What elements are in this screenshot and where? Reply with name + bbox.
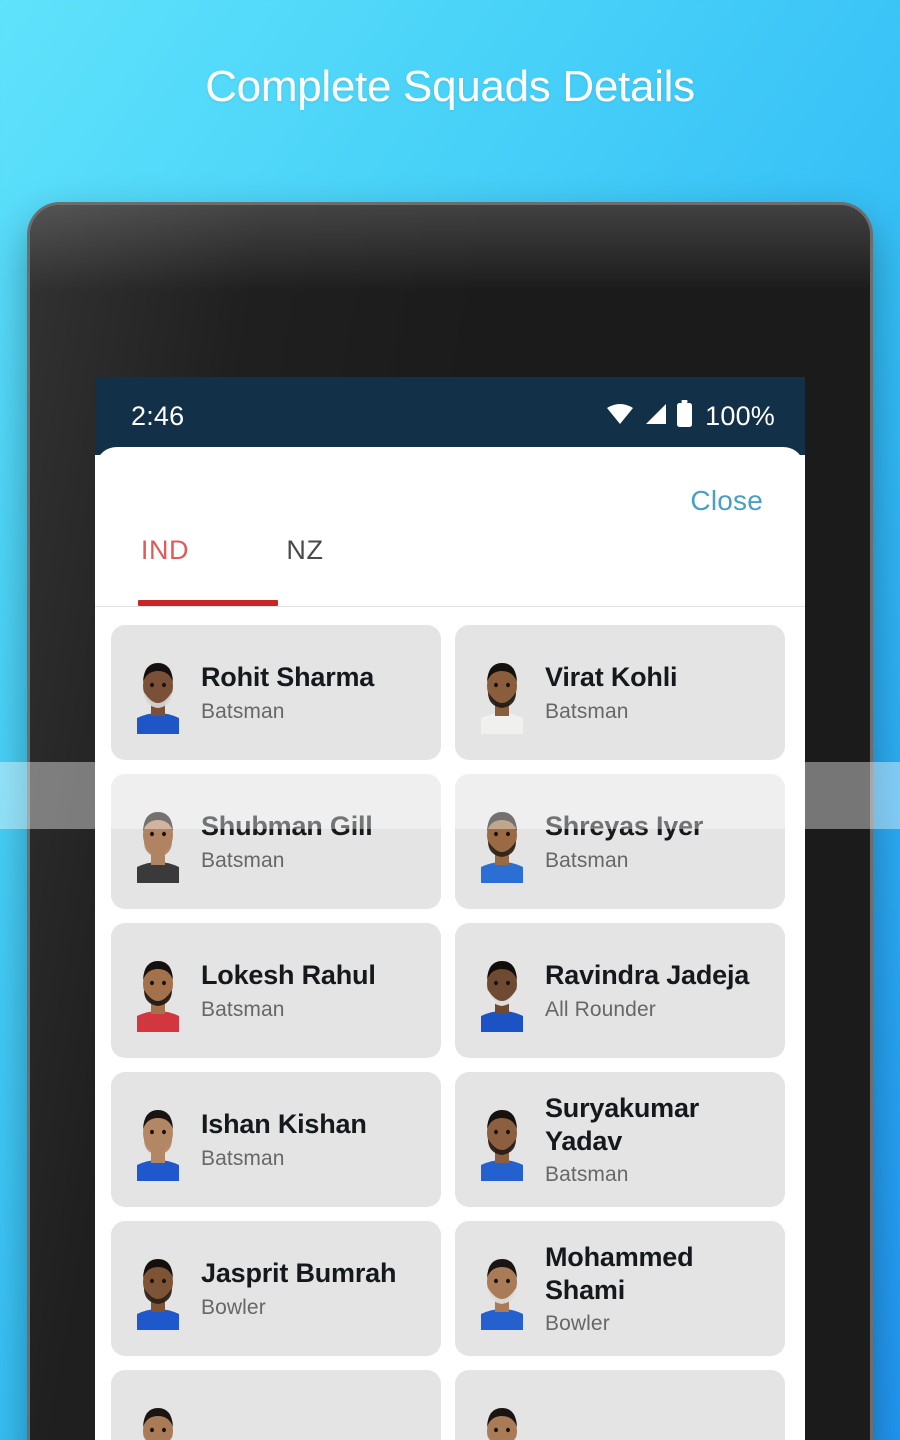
sheet-header: Close IND NZ [95, 447, 805, 607]
player-name: Shubman Gill [201, 811, 373, 842]
player-list[interactable]: Rohit Sharma Batsman Virat Kohli Batsman… [95, 607, 805, 1440]
player-info: Mohammed Shami Bowler [545, 1241, 771, 1336]
player-role: Batsman [545, 699, 629, 723]
cellular-signal-icon [643, 403, 667, 430]
player-name: Mohammed Shami [545, 1241, 694, 1305]
player-name: Rohit Sharma [201, 662, 375, 693]
player-name: Jasprit Bumrah [201, 1258, 397, 1289]
player-role: Batsman [201, 1146, 285, 1170]
player-avatar [471, 950, 533, 1032]
squads-sheet: Close IND NZ Rohit Sharma Batsman Virat … [95, 447, 805, 1440]
player-name: Shreyas Iyer [545, 811, 704, 842]
phone-screen: 2:46 100% Close IND NZ Rohit Sharma Bats… [95, 377, 805, 1440]
wifi-icon [606, 403, 634, 430]
player-info: Virat Kohli Batsman [545, 661, 771, 723]
player-name: Suryakumar Yadav [545, 1092, 700, 1156]
player-card[interactable]: Lokesh Rahul Batsman [111, 923, 441, 1058]
close-button[interactable]: Close [690, 485, 763, 517]
player-avatar [127, 1397, 189, 1440]
battery-icon [676, 400, 693, 432]
player-role: Bowler [545, 1312, 610, 1336]
player-name: Virat Kohli [545, 662, 678, 693]
player-info: Ravindra Jadeja All Rounder [545, 959, 771, 1021]
player-card[interactable]: Shubman Gill Batsman [111, 774, 441, 909]
player-info: Rohit Sharma Batsman [201, 661, 427, 723]
player-avatar [127, 950, 189, 1032]
player-card[interactable]: Shreyas Iyer Batsman [455, 774, 785, 909]
battery-percentage: 100% [705, 400, 775, 431]
player-role: All Rounder [545, 997, 656, 1021]
player-avatar [127, 652, 189, 734]
player-role: Batsman [201, 848, 285, 872]
player-avatar [471, 801, 533, 883]
player-card[interactable]: Ishan Kishan Batsman [111, 1072, 441, 1207]
player-card[interactable] [455, 1370, 785, 1440]
player-card[interactable]: Ravindra Jadeja All Rounder [455, 923, 785, 1058]
device-gloss-highlight [30, 205, 870, 325]
player-card[interactable]: Suryakumar Yadav Batsman [455, 1072, 785, 1207]
player-role: Batsman [545, 848, 629, 872]
player-card[interactable]: Mohammed Shami Bowler [455, 1221, 785, 1356]
status-bar: 2:46 100% [95, 377, 805, 455]
player-info [545, 1435, 771, 1440]
player-info: Shreyas Iyer Batsman [545, 810, 771, 872]
player-avatar [127, 801, 189, 883]
player-info: Shubman Gill Batsman [201, 810, 427, 872]
player-name: Ravindra Jadeja [545, 960, 750, 991]
player-name: Ishan Kishan [201, 1109, 367, 1140]
player-info: Jasprit Bumrah Bowler [201, 1257, 427, 1319]
player-card[interactable] [111, 1370, 441, 1440]
player-card[interactable]: Jasprit Bumrah Bowler [111, 1221, 441, 1356]
player-avatar [471, 1248, 533, 1330]
player-avatar [471, 1099, 533, 1181]
player-info: Lokesh Rahul Batsman [201, 959, 427, 1021]
player-card[interactable]: Rohit Sharma Batsman [111, 625, 441, 760]
player-info: Suryakumar Yadav Batsman [545, 1092, 771, 1187]
player-role: Batsman [545, 1163, 629, 1187]
status-bar-clock: 2:46 [131, 400, 185, 431]
player-role: Batsman [201, 699, 285, 723]
player-info: Ishan Kishan Batsman [201, 1108, 427, 1170]
device-frame: 2:46 100% Close IND NZ Rohit Sharma Bats… [30, 205, 870, 1440]
status-bar-indicators: 100% [606, 400, 775, 432]
team-tabs: IND NZ [95, 521, 805, 607]
player-role: Bowler [201, 1295, 266, 1319]
player-avatar [471, 1397, 533, 1440]
player-role: Batsman [201, 997, 285, 1021]
player-avatar [127, 1248, 189, 1330]
player-avatar [471, 652, 533, 734]
tab-ind[interactable]: IND [95, 521, 235, 566]
player-card[interactable]: Virat Kohli Batsman [455, 625, 785, 760]
tab-nz[interactable]: NZ [235, 521, 375, 566]
player-info [201, 1435, 427, 1440]
page-title: Complete Squads Details [205, 62, 695, 111]
player-avatar [127, 1099, 189, 1181]
player-name: Lokesh Rahul [201, 960, 376, 991]
